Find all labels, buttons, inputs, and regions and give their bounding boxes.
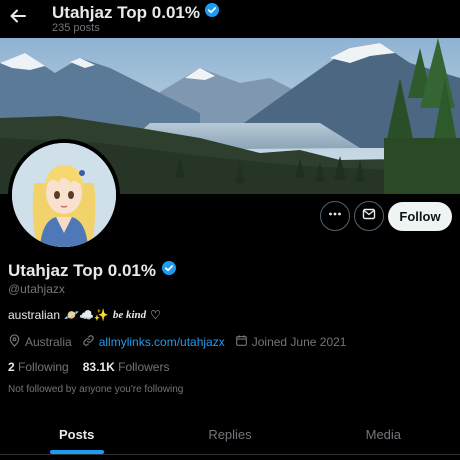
following-label: Following — [18, 360, 69, 374]
heart-icon: ♡ — [150, 308, 161, 322]
link-icon — [82, 334, 95, 350]
profile-avatar[interactable] — [8, 139, 120, 251]
profile-link[interactable]: allmylinks.com/utahjazx — [99, 335, 225, 349]
profile-name-row: Utahjaz Top 0.01% — [8, 260, 177, 281]
followers-link[interactable]: 83.1K Followers — [83, 360, 170, 374]
bio-text: australian — [8, 308, 61, 322]
verified-badge-icon[interactable] — [161, 260, 177, 281]
link-item: allmylinks.com/utahjazx — [82, 334, 225, 350]
top-bar: Utahjaz Top 0.01% 235 posts — [0, 0, 460, 38]
followers-label: Followers — [118, 360, 170, 374]
tab-posts[interactable]: Posts — [0, 414, 153, 454]
profile-handle: @utahjazx — [8, 282, 65, 296]
tabs-divider — [0, 454, 460, 455]
header-title: Utahjaz Top 0.01% — [52, 2, 220, 23]
joined-text: Joined June 2021 — [251, 335, 347, 349]
profile-bio: australian 🪐☁️✨ be kind ♡ — [8, 308, 161, 322]
location-pin-icon — [8, 334, 21, 350]
back-arrow-icon[interactable] — [8, 6, 28, 26]
tab-replies[interactable]: Replies — [153, 414, 306, 454]
message-button[interactable] — [354, 201, 384, 231]
profile-meta: Australia allmylinks.com/utahjazx Joined… — [8, 334, 356, 350]
verified-badge-icon — [204, 2, 220, 23]
tab-media[interactable]: Media — [307, 414, 460, 454]
profile-display-name: Utahjaz Top 0.01% — [8, 260, 156, 280]
more-horizontal-icon — [327, 206, 343, 227]
following-link[interactable]: 2 Following — [8, 360, 69, 374]
header-post-count: 235 posts — [52, 22, 100, 34]
location-item: Australia — [8, 334, 72, 350]
bio-emojis: 🪐☁️✨ — [64, 308, 109, 322]
bio-kind-text: be kind — [112, 309, 147, 321]
following-count: 2 — [8, 360, 15, 374]
envelope-icon — [361, 206, 377, 227]
calendar-icon — [235, 334, 248, 350]
profile-tabs: Posts Replies Media — [0, 414, 460, 454]
more-options-button[interactable] — [320, 201, 350, 231]
followers-count: 83.1K — [82, 360, 115, 374]
location-text: Australia — [25, 335, 72, 349]
not-followed-note: Not followed by anyone you're following — [8, 384, 184, 395]
follow-button[interactable]: Follow — [388, 202, 452, 231]
follow-counts: 2 Following 83.1K Followers — [8, 360, 169, 374]
joined-item: Joined June 2021 — [235, 334, 347, 350]
header-display-name: Utahjaz Top 0.01% — [52, 2, 200, 22]
